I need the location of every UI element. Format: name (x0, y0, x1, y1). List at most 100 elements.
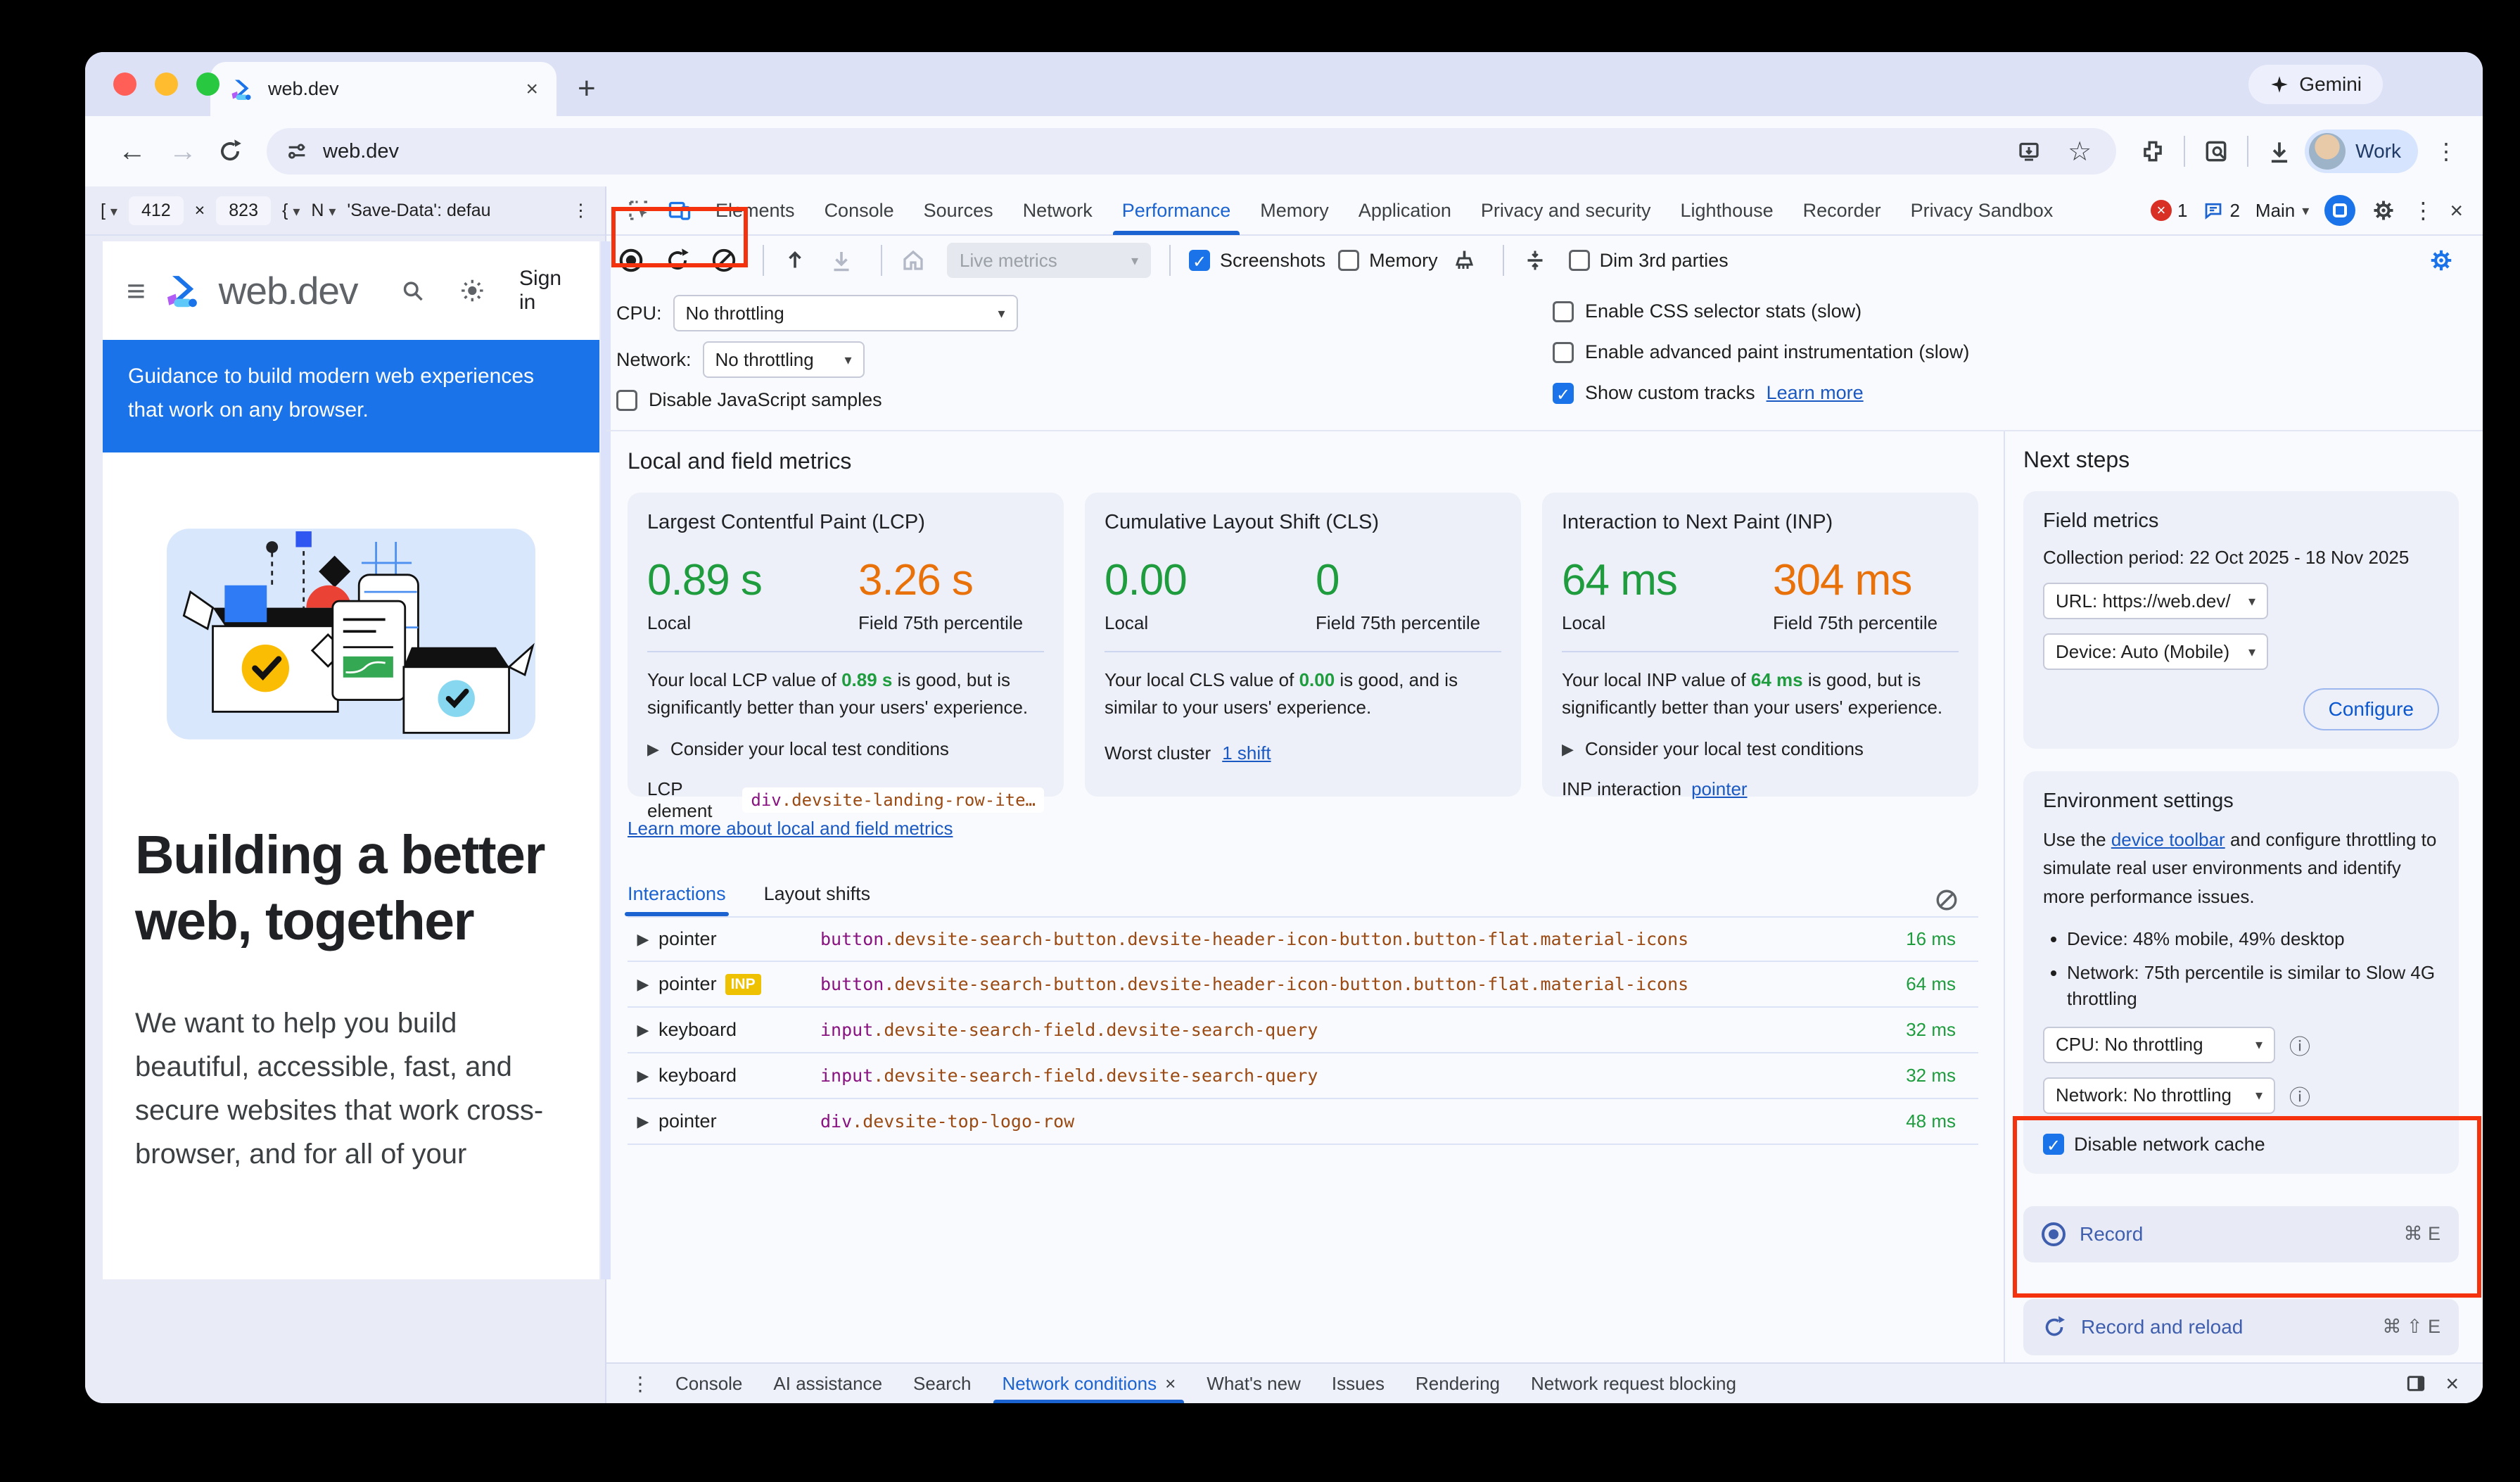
cpu-info-icon[interactable]: ⓘ (2289, 1030, 2310, 1060)
browser-tab[interactable]: web.dev × (210, 62, 556, 116)
forward-button[interactable]: → (161, 136, 205, 167)
tab-interactions[interactable]: Interactions (628, 883, 726, 916)
inp-interaction-link[interactable]: pointer (1691, 778, 1748, 800)
extensions-icon[interactable] (2134, 133, 2171, 170)
disable-network-cache-checkbox[interactable]: ✓Disable network cache (2043, 1134, 2439, 1155)
dim-3rd-parties-checkbox[interactable]: Dim 3rd parties (1569, 250, 1729, 272)
inspect-element-icon[interactable] (619, 192, 658, 229)
hamburger-menu-icon[interactable]: ≡ (127, 272, 146, 310)
env-cpu-select[interactable]: CPU: No throttling▾ (2043, 1027, 2275, 1063)
field-device-select[interactable]: Device: Auto (Mobile)▾ (2043, 633, 2268, 670)
messages-badge[interactable]: 2 (2203, 200, 2239, 222)
install-icon[interactable] (2011, 133, 2047, 170)
bookmark-star-icon[interactable]: ☆ (2061, 133, 2098, 170)
new-tab-button[interactable]: + (578, 71, 596, 106)
tab-layout-shifts[interactable]: Layout shifts (764, 883, 871, 916)
row-expander-icon[interactable]: ▶ (628, 1067, 658, 1085)
interaction-row[interactable]: ▶pointerINPbutton.devsite-search-button.… (628, 962, 1978, 1008)
devtools-tab-performance[interactable]: Performance (1107, 186, 1246, 235)
home-icon[interactable] (901, 248, 934, 273)
network-throttle-select[interactable]: No throttling▾ (703, 341, 865, 378)
drawer-tab-network-conditions[interactable]: Network conditions× (986, 1363, 1191, 1403)
drawer-tab-what-s-new[interactable]: What's new (1191, 1363, 1316, 1403)
maximize-window-button[interactable] (196, 72, 219, 96)
devtools-tab-network[interactable]: Network (1008, 186, 1107, 235)
site-settings-icon[interactable] (285, 139, 309, 163)
row-expander-icon[interactable]: ▶ (628, 1113, 658, 1131)
devtools-tab-application[interactable]: Application (1344, 186, 1466, 235)
devtools-close-icon[interactable]: × (2450, 198, 2463, 224)
custom-tracks-learn-more-link[interactable]: Learn more (1767, 382, 1864, 404)
env-network-select[interactable]: Network: No throttling▾ (2043, 1077, 2275, 1114)
interaction-row[interactable]: ▶pointerbutton.devsite-search-button.dev… (628, 916, 1978, 962)
drawer-tab-console[interactable]: Console (660, 1363, 758, 1403)
row-expander-icon[interactable]: ▶ (628, 1021, 658, 1039)
devtools-tab-elements[interactable]: Elements (701, 186, 810, 235)
drawer-tab-network-request-blocking[interactable]: Network request blocking (1515, 1363, 1752, 1403)
device-width-input[interactable]: 412 (129, 196, 184, 225)
throttle-select[interactable]: N ▾ (311, 201, 336, 221)
learn-more-metrics-link[interactable]: Learn more about local and field metrics (628, 818, 953, 840)
inp-consider-row[interactable]: ▶Consider your local test conditions (1562, 738, 1959, 760)
sign-in-link[interactable]: Sign in (519, 267, 575, 315)
search-icon[interactable] (400, 277, 425, 305)
page-search-icon[interactable] (2198, 133, 2234, 170)
memory-checkbox[interactable]: Memory (1338, 250, 1438, 272)
profile-chip[interactable]: Work (2305, 129, 2418, 173)
lcp-consider-row[interactable]: ▶Consider your local test conditions (647, 738, 1044, 760)
clear-icon[interactable] (711, 247, 744, 274)
browser-menu-icon[interactable]: ⋮ (2435, 138, 2457, 165)
collapse-icon[interactable] (1522, 248, 1556, 273)
devtools-tab-sources[interactable]: Sources (909, 186, 1008, 235)
device-toolbar-toggle-icon[interactable] (660, 192, 699, 229)
interaction-row[interactable]: ▶keyboardinput.devsite-search-field.devs… (628, 1053, 1978, 1099)
devtools-menu-icon[interactable]: ⋮ (2412, 197, 2434, 224)
disable-js-samples-checkbox[interactable]: Disable JavaScript samples (616, 389, 882, 411)
record-button[interactable]: Record ⌘ E (2023, 1206, 2459, 1262)
configure-button[interactable]: Configure (2303, 688, 2439, 730)
record-reload-icon[interactable] (664, 247, 698, 274)
drawer-close-icon[interactable]: × (2445, 1371, 2459, 1397)
row-expander-icon[interactable]: ▶ (628, 975, 658, 994)
capture-settings-gear-icon[interactable] (2428, 247, 2455, 274)
worst-cluster-link[interactable]: 1 shift (1222, 742, 1271, 764)
load-profile-icon[interactable] (782, 248, 816, 273)
devtools-tab-console[interactable]: Console (810, 186, 909, 235)
devtools-tab-lighthouse[interactable]: Lighthouse (1666, 186, 1788, 235)
custom-tracks-checkbox[interactable]: ✓Show custom tracks Learn more (1553, 382, 1864, 404)
interaction-row[interactable]: ▶keyboardinput.devsite-search-field.devs… (628, 1008, 1978, 1053)
drawer-menu-icon[interactable]: ⋮ (630, 1372, 650, 1395)
settings-gear-icon[interactable] (2371, 198, 2396, 223)
device-toolbar-link[interactable]: device toolbar (2111, 829, 2225, 850)
drawer-tab-search[interactable]: Search (898, 1363, 986, 1403)
devtools-tab-privacy-sandbox[interactable]: Privacy Sandbox (1896, 186, 2068, 235)
error-badge[interactable]: ×1 (2151, 200, 2187, 222)
network-info-icon[interactable]: ⓘ (2289, 1080, 2310, 1111)
record-and-reload-button[interactable]: Record and reload ⌘ ⇧ E (2023, 1299, 2459, 1355)
theme-toggle-sun-icon[interactable] (459, 276, 485, 305)
dock-panel-icon[interactable] (2405, 1372, 2427, 1395)
reload-button[interactable] (212, 133, 248, 170)
paint-instrumentation-checkbox[interactable]: Enable advanced paint instrumentation (s… (1553, 341, 1969, 363)
save-profile-icon[interactable] (829, 248, 863, 273)
drawer-tab-issues[interactable]: Issues (1316, 1363, 1400, 1403)
row-expander-icon[interactable]: ▶ (628, 930, 658, 949)
cpu-throttle-select[interactable]: No throttling▾ (673, 295, 1018, 331)
back-button[interactable]: ← (110, 136, 154, 167)
drawer-tab-close-icon[interactable]: × (1165, 1373, 1176, 1395)
drawer-tab-rendering[interactable]: Rendering (1400, 1363, 1515, 1403)
clear-interactions-icon[interactable] (1935, 888, 1959, 912)
devtools-tab-privacy-and-security[interactable]: Privacy and security (1466, 186, 1666, 235)
device-toolbar-menu-icon[interactable]: ⋮ (572, 200, 590, 221)
context-select[interactable]: Main▾ (2255, 200, 2309, 222)
drawer-tab-ai-assistance[interactable]: AI assistance (758, 1363, 898, 1403)
devtools-tab-recorder[interactable]: Recorder (1788, 186, 1896, 235)
tab-close-icon[interactable]: × (526, 77, 538, 101)
devtools-tab-memory[interactable]: Memory (1245, 186, 1344, 235)
site-logo-text[interactable]: web.dev (219, 268, 358, 313)
lcp-element-chip[interactable]: div.devsite-landing-row-ite… (742, 787, 1044, 813)
downloads-icon[interactable] (2261, 133, 2298, 170)
gemini-button[interactable]: Gemini (2248, 65, 2383, 104)
devtools-ai-icon[interactable] (2324, 195, 2355, 226)
gc-broom-icon[interactable] (1451, 248, 1484, 273)
